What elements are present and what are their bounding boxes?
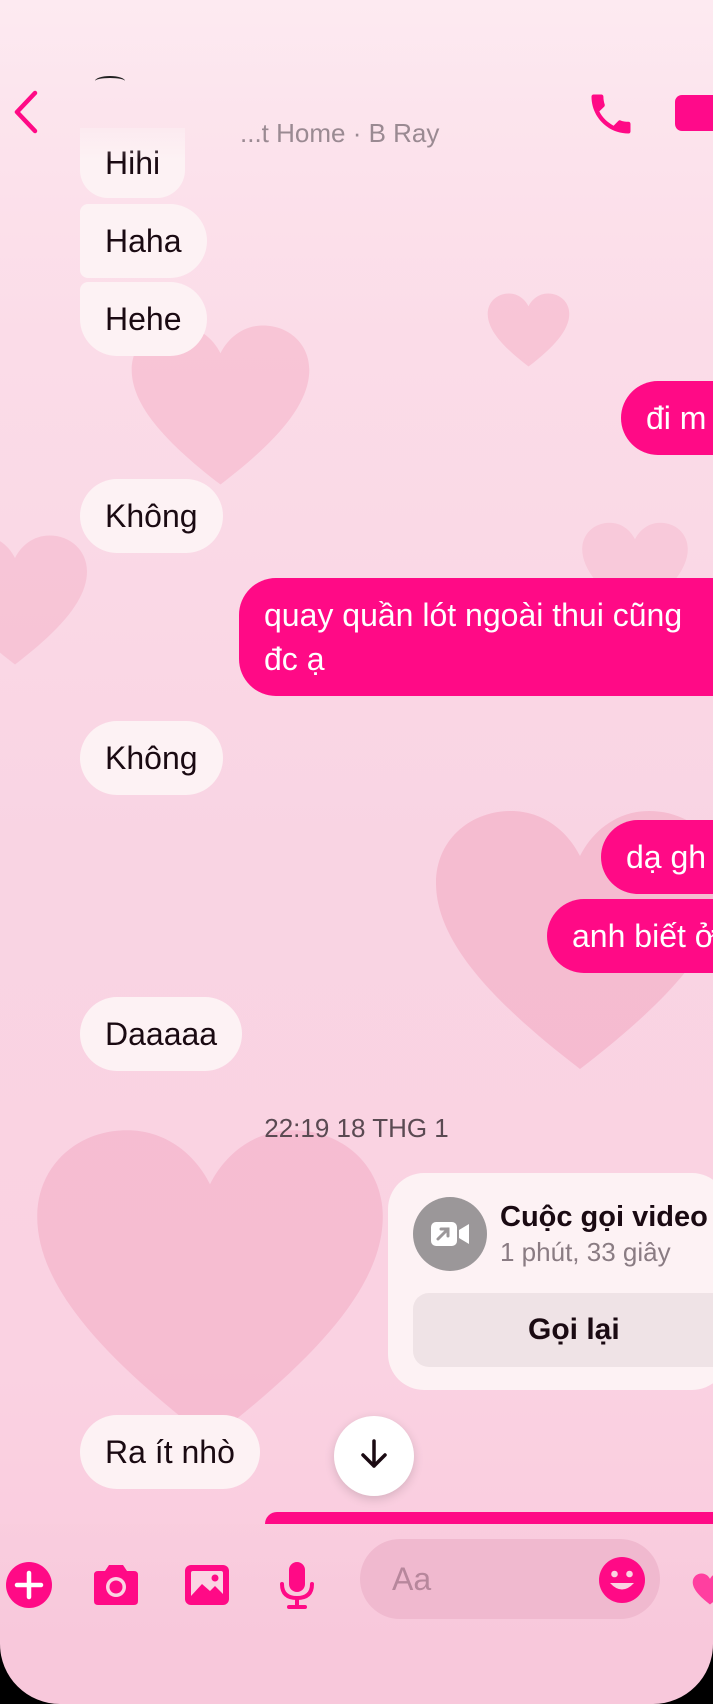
video-call-button[interactable] xyxy=(675,95,713,131)
call-duration: 1 phút, 33 giây xyxy=(500,1237,671,1267)
background-heart-icon xyxy=(30,1120,390,1450)
message-text: dạ gh xyxy=(626,839,707,875)
phone-icon xyxy=(585,94,637,144)
message-text-line1: quay quần lót ngoài thui cũng xyxy=(264,597,683,633)
camera-button[interactable] xyxy=(90,1560,140,1610)
header-subtitle[interactable]: ...t Home · B Ray xyxy=(240,118,439,149)
video-call-icon xyxy=(413,1197,487,1271)
message-bubble-outgoing[interactable] xyxy=(265,1512,713,1524)
message-bubble-outgoing[interactable]: đi m xyxy=(621,381,713,455)
back-button[interactable] xyxy=(6,84,46,144)
message-bubble-incoming[interactable]: Ra ít nhò xyxy=(80,1415,260,1489)
message-text: Ra ít nhò xyxy=(105,1434,235,1470)
scroll-to-bottom-button[interactable] xyxy=(334,1416,414,1496)
message-text: Hehe xyxy=(105,301,182,337)
message-text: Không xyxy=(105,740,198,776)
call-title: Cuộc gọi video xyxy=(500,1201,708,1233)
microphone-icon xyxy=(272,1562,322,1614)
image-icon xyxy=(182,1565,232,1614)
plus-button[interactable] xyxy=(4,1560,54,1610)
message-text: anh biết ở xyxy=(572,918,713,954)
background-heart-icon xyxy=(0,510,90,690)
callback-label: Gọi lại xyxy=(528,1313,620,1346)
avatar[interactable] xyxy=(95,76,125,86)
microphone-button[interactable] xyxy=(272,1560,322,1610)
video-call-card[interactable]: Cuộc gọi video 1 phút, 33 giây Gọi lại xyxy=(388,1173,713,1390)
home-indicator-area xyxy=(0,1634,713,1704)
audio-call-button[interactable] xyxy=(585,88,637,140)
message-timestamp: 22:19 18 THG 1 xyxy=(264,1113,449,1143)
message-input-placeholder: Aa xyxy=(392,1560,432,1597)
message-bubble-incoming[interactable]: Daaaaa xyxy=(80,997,243,1071)
screen-corner xyxy=(653,1644,713,1704)
message-bubble-outgoing[interactable]: dạ gh xyxy=(601,820,713,894)
smiley-icon xyxy=(598,1557,646,1608)
message-text: đi m xyxy=(646,400,707,436)
camera-icon xyxy=(90,1565,142,1614)
callback-button[interactable]: Gọi lại xyxy=(413,1293,713,1367)
message-text: Daaaaa xyxy=(105,1016,218,1052)
chat-header: ...t Home · B Ray xyxy=(0,0,713,160)
message-bubble-incoming[interactable]: Haha xyxy=(80,204,207,278)
message-bubble-outgoing[interactable]: anh biết ở xyxy=(547,899,713,973)
screen-corner xyxy=(0,1644,60,1704)
message-text-line2: đc ạ xyxy=(264,641,325,677)
message-bubble-incoming[interactable]: Không xyxy=(80,479,223,553)
message-bubble-incoming[interactable]: Không xyxy=(80,721,223,795)
chat-screen: ...t Home · B Ray Hihi Haha Hehe đi m Kh… xyxy=(0,0,713,1704)
emoji-button[interactable] xyxy=(598,1556,646,1604)
send-heart-button[interactable] xyxy=(692,1572,713,1608)
heart-icon xyxy=(692,1573,713,1610)
message-bubble-incoming[interactable]: Hehe xyxy=(80,282,207,356)
gallery-button[interactable] xyxy=(182,1560,232,1610)
plus-icon xyxy=(4,1562,54,1614)
arrow-down-icon xyxy=(357,1437,391,1476)
chevron-left-icon xyxy=(13,90,39,139)
message-text: Không xyxy=(105,498,198,534)
message-bubble-outgoing[interactable]: quay quần lót ngoài thui cũng đc ạ xyxy=(239,578,713,696)
background-heart-icon xyxy=(486,290,571,370)
message-text: Haha xyxy=(105,223,182,259)
